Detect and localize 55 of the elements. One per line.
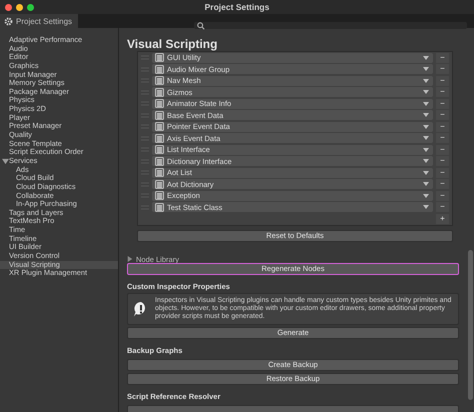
scrollbar-thumb[interactable]: [468, 250, 473, 400]
caret-icon: [423, 90, 429, 94]
type-icon: [155, 110, 164, 120]
gear-icon: [4, 16, 13, 26]
caret-icon: [423, 159, 429, 164]
type-icon: [155, 156, 164, 166]
close-button[interactable]: [5, 4, 12, 10]
caret-icon: [423, 113, 429, 118]
remove-button[interactable]: −: [436, 64, 449, 74]
search-field[interactable]: [194, 22, 467, 29]
add-button[interactable]: +: [436, 214, 449, 224]
tab[interactable]: Project Settings: [0, 14, 78, 28]
type-icon: [155, 180, 164, 189]
caret-icon: [423, 182, 429, 186]
search-icon: [197, 22, 205, 30]
remove-button[interactable]: −: [436, 52, 449, 63]
remove-button[interactable]: −: [436, 144, 449, 155]
remove-button[interactable]: −: [436, 133, 449, 144]
caret-icon: [423, 56, 429, 60]
type-icon: [155, 191, 164, 200]
type-icon: [155, 145, 164, 154]
caret-icon: [423, 78, 429, 83]
remove-button[interactable]: −: [436, 110, 449, 120]
remove-button[interactable]: −: [436, 190, 449, 201]
remove-button[interactable]: −: [436, 179, 449, 190]
type-icon: [155, 76, 164, 86]
type-icon: [155, 53, 164, 62]
remove-button[interactable]: −: [436, 156, 449, 166]
zoom-button[interactable]: [27, 4, 34, 10]
type-icon: [155, 134, 164, 143]
caret-icon: [423, 148, 429, 152]
remove-button[interactable]: −: [436, 202, 449, 212]
caret-icon: [423, 205, 429, 210]
remove-button[interactable]: −: [436, 122, 449, 132]
expand-arrow-icon: [127, 256, 133, 262]
minimize-button[interactable]: [16, 4, 23, 10]
caret-icon: [423, 170, 429, 175]
type-icon: [155, 64, 164, 74]
remove-button[interactable]: −: [436, 98, 449, 109]
panel-title: Visual Scripting: [127, 37, 218, 51]
caret-icon: [423, 194, 429, 198]
caret-icon: [423, 136, 429, 140]
type-icon: [155, 168, 164, 178]
remove-button[interactable]: −: [436, 87, 449, 98]
type-icon: [155, 202, 164, 212]
type-icon: [155, 122, 164, 132]
caret-icon: [423, 124, 429, 129]
remove-button[interactable]: −: [436, 76, 449, 86]
type-icon: [155, 99, 164, 108]
remove-button[interactable]: −: [436, 168, 449, 178]
caret-icon: [423, 67, 429, 72]
expand-arrow-icon[interactable]: [2, 158, 9, 165]
window-title: Project Settings: [204, 2, 270, 12]
caret-icon: [423, 102, 429, 106]
type-icon: [155, 88, 164, 97]
